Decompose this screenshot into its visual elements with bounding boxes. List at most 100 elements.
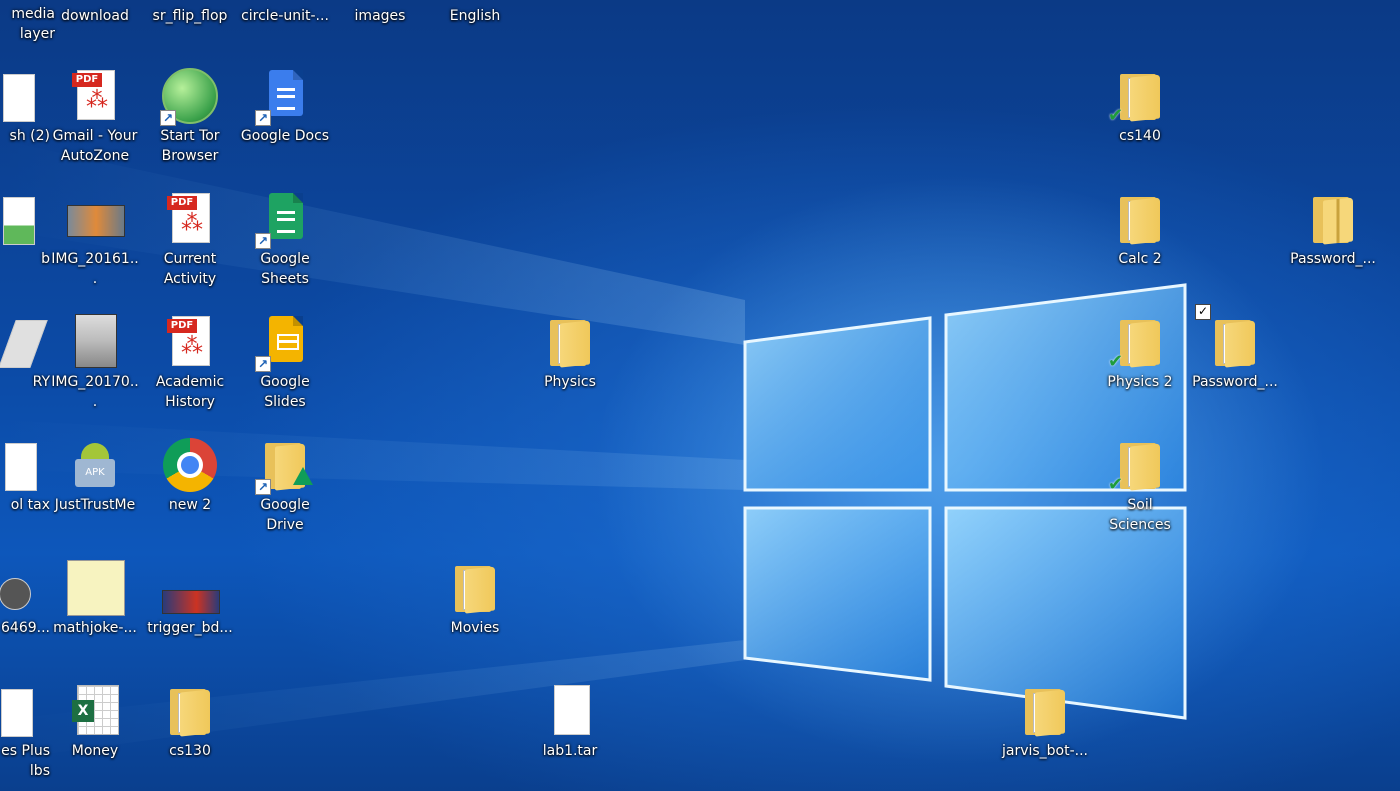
icon-label: mathjoke-...: [53, 620, 137, 636]
icon-label: RY: [32, 374, 50, 390]
desktop-icon-money[interactable]: X Money: [50, 677, 140, 791]
google-sheets-icon: ↗: [255, 191, 313, 249]
desktop-icon-password-folder[interactable]: ✓ Password_...: [1190, 304, 1280, 428]
icon-label: download: [61, 8, 129, 24]
icon-label: sr_flip_flop: [152, 8, 228, 24]
android-apk-icon: APK: [67, 437, 123, 493]
desktop-icon-calc-2[interactable]: Calc 2: [1095, 185, 1185, 305]
icon-label: 6469...: [1, 620, 50, 636]
desktop-icon-password-zip[interactable]: Password_...: [1288, 185, 1378, 305]
icon-label: Google Drive: [260, 497, 310, 533]
icon-label: JustTrustMe: [54, 497, 136, 513]
desktop-icon-lab1-tar[interactable]: lab1.tar: [525, 677, 615, 791]
desktop-icon-trigger-bd[interactable]: trigger_bd...: [145, 554, 235, 674]
icon-label: Calc 2: [1118, 251, 1162, 267]
desktop-icon-english[interactable]: English: [430, 0, 520, 110]
icon-label: Soil Sciences: [1109, 497, 1171, 533]
folder-icon: [447, 560, 503, 616]
desktop-icon-justtrustme[interactable]: APK JustTrustMe: [50, 431, 140, 551]
sync-check-icon: ✔: [1108, 105, 1124, 126]
desktop-icon-es-plus-lbs[interactable]: es Plus lbs: [0, 677, 50, 791]
desktop-icon-google-sheets[interactable]: ↗ Google Sheets: [240, 185, 330, 305]
icon-label: Google Slides: [260, 374, 310, 410]
desktop-icon-google-drive[interactable]: ↗ Google Drive: [240, 431, 330, 551]
desktop[interactable]: media layer download sr_flip_flop circle…: [0, 0, 1400, 791]
google-docs-icon: ↗: [255, 68, 313, 126]
desktop-icon-start-tor-browser[interactable]: ↗ Start Tor Browser: [145, 62, 235, 182]
desktop-icon-6469[interactable]: 6469...: [0, 554, 50, 674]
desktop-icon-physics[interactable]: Physics: [525, 308, 615, 428]
icon-label: Academic History: [155, 374, 225, 410]
desktop-icon-sh-2[interactable]: sh (2): [0, 62, 50, 182]
icon-label: jarvis_bot-...: [1001, 743, 1089, 759]
icon-label: lab1.tar: [542, 743, 598, 759]
desktop-icon-movies[interactable]: Movies: [430, 554, 520, 674]
desktop-icon-gmail-autozone[interactable]: PDF ⁂ Gmail - Your AutoZone: [50, 62, 140, 182]
file-icon: [0, 68, 35, 124]
icon-label: images: [354, 8, 406, 24]
desktop-icon-cs140[interactable]: ✔ cs140: [1095, 62, 1185, 182]
sync-check-icon: ✔: [1108, 474, 1124, 495]
icon-label: Password_...: [1192, 374, 1278, 390]
pdf-icon: PDF ⁂: [162, 191, 218, 247]
desktop-icon-current-activity[interactable]: PDF ⁂ Current Activity: [145, 185, 235, 305]
photo-thumbnail-icon: [67, 191, 125, 247]
desktop-icon-physics-2[interactable]: ✔ Physics 2: [1095, 308, 1185, 428]
desktop-icon-soil-sciences[interactable]: ✔ Soil Sciences: [1095, 431, 1185, 551]
desktop-icon-new-2[interactable]: new 2: [145, 431, 235, 551]
icon-label: es Plus lbs: [1, 743, 50, 779]
icon-label: ol tax: [10, 497, 50, 513]
desktop-icon-google-slides[interactable]: ↗ Google Slides: [240, 308, 330, 428]
icon-label: b: [41, 251, 50, 267]
icon-label: IMG_20161...: [51, 251, 139, 287]
pdf-icon: [0, 683, 33, 739]
desktop-icon-ol-tax[interactable]: ol tax: [0, 431, 50, 551]
tor-globe-icon: ↗: [160, 68, 218, 126]
desktop-icon-academic-history[interactable]: PDF ⁂ Academic History: [145, 308, 235, 428]
file-icon: [0, 191, 35, 247]
chrome-icon: [162, 437, 218, 493]
desktop-icon-img-20170[interactable]: IMG_20170...: [50, 308, 140, 428]
pdf-icon: [0, 437, 37, 493]
icon-label: Movies: [450, 620, 500, 636]
desktop-icon-google-docs[interactable]: ↗ Google Docs: [240, 62, 330, 182]
icon-label: Money: [71, 743, 119, 759]
zip-folder-icon: [1305, 191, 1361, 247]
icon-label: Current Activity: [163, 251, 217, 287]
folder-icon: [1017, 683, 1073, 739]
desktop-icon-img-20161[interactable]: IMG_20161...: [50, 185, 140, 305]
image-thumbnail-icon: [162, 560, 220, 616]
folder-icon: [542, 314, 598, 370]
desktop-icon-b[interactable]: b: [0, 185, 50, 305]
excel-icon: X: [67, 683, 123, 739]
icon-label: media layer: [11, 6, 55, 42]
icon-label: new 2: [168, 497, 212, 513]
icon-label: trigger_bd...: [147, 620, 233, 636]
icon-label: IMG_20170...: [51, 374, 139, 410]
pdf-icon: PDF ⁂: [67, 68, 123, 124]
icon-label: cs140: [1119, 128, 1161, 144]
google-drive-icon: ↗: [255, 437, 313, 495]
folder-icon: ✔: [1108, 437, 1168, 495]
icon-label: cs130: [169, 743, 211, 759]
folder-icon: [1112, 191, 1168, 247]
icon-label: Password_...: [1290, 251, 1376, 267]
photo-thumbnail-icon: [67, 314, 123, 370]
folder-icon: ✓: [1195, 304, 1263, 370]
image-thumbnail-icon: [67, 560, 125, 616]
icon-label: Physics: [544, 374, 596, 390]
folder-icon: ✔: [1108, 68, 1168, 126]
icon-label: Start Tor Browser: [160, 128, 220, 164]
desktop-icon-mathjoke[interactable]: mathjoke-...: [50, 554, 140, 674]
selection-checkbox[interactable]: ✓: [1195, 304, 1211, 320]
desktop-icon-jarvis-bot[interactable]: jarvis_bot-...: [1000, 677, 1090, 791]
pdf-icon: PDF ⁂: [162, 314, 218, 370]
desktop-icon-cs130[interactable]: cs130: [145, 677, 235, 791]
desktop-icon-images[interactable]: images: [335, 0, 425, 110]
icon-label: English: [449, 8, 501, 24]
file-icon: [0, 314, 48, 370]
desktop-icon-ry[interactable]: RY: [0, 308, 50, 428]
icon-label: Physics 2: [1107, 374, 1173, 390]
icon-label: Google Sheets: [260, 251, 310, 287]
icon-label: circle-unit-...: [241, 8, 329, 24]
